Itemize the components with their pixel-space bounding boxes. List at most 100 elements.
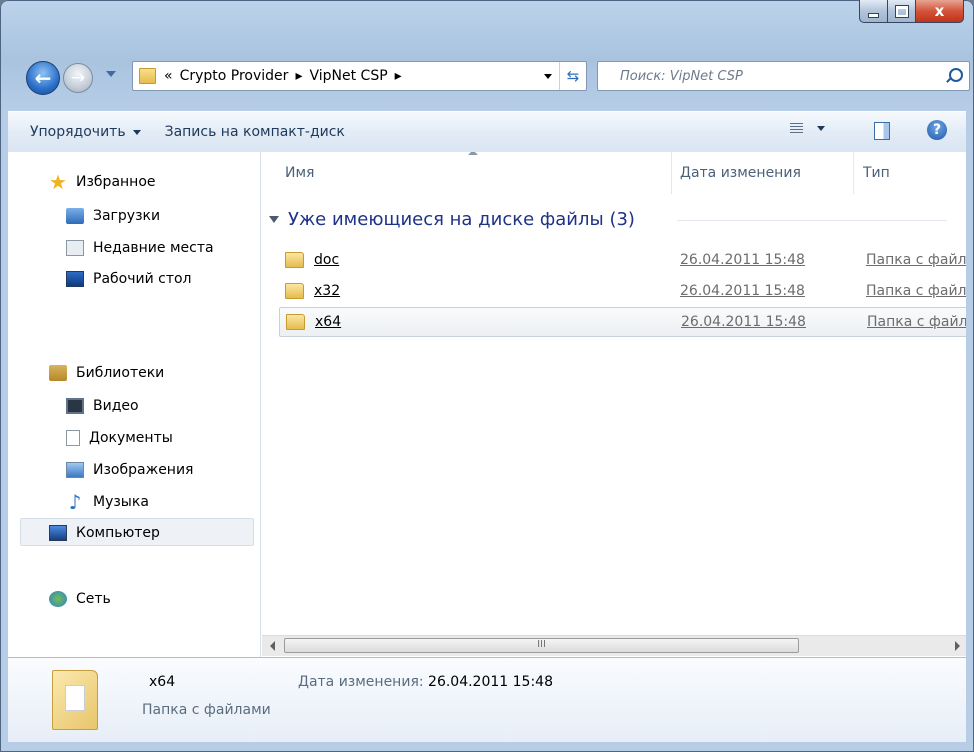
breadcrumb-crypto-provider[interactable]: Crypto Provider xyxy=(180,68,289,84)
recent-places-icon xyxy=(66,240,84,256)
recent-pages-dropdown[interactable] xyxy=(106,71,116,77)
change-view-button[interactable] xyxy=(790,123,825,134)
column-date[interactable]: Дата изменения xyxy=(680,165,801,181)
forward-button[interactable]: → xyxy=(63,63,93,93)
chevron-down-icon xyxy=(817,126,825,131)
table-row[interactable]: doc 26.04.2011 15:48 Папка с файл xyxy=(279,245,966,275)
help-icon: ? xyxy=(932,122,942,138)
sort-ascending-icon xyxy=(468,152,478,155)
arrow-right-icon: → xyxy=(70,68,86,88)
file-type[interactable]: Папка с файл xyxy=(866,252,966,268)
file-name[interactable]: x64 xyxy=(315,314,341,330)
collapse-triangle-icon xyxy=(269,216,279,223)
nav-label: Библиотеки xyxy=(76,365,165,381)
modified-value: 26.04.2011 15:48 xyxy=(428,674,553,690)
nav-images[interactable]: Изображения xyxy=(66,458,193,482)
refresh-icon: ⇆ xyxy=(566,67,580,85)
command-bar: Упорядочить Запись на компакт-диск ? xyxy=(8,111,966,153)
file-date[interactable]: 26.04.2011 15:48 xyxy=(681,314,806,330)
column-name[interactable]: Имя xyxy=(285,165,314,181)
search-icon[interactable] xyxy=(949,68,963,82)
maximize-button[interactable] xyxy=(888,0,916,23)
search-input[interactable] xyxy=(618,67,942,85)
back-button[interactable]: ← xyxy=(26,61,60,95)
file-type[interactable]: Папка с файл xyxy=(867,314,966,330)
nav-desktop[interactable]: Рабочий стол xyxy=(66,267,192,291)
group-header[interactable]: Уже имеющиеся на диске файлы (3) xyxy=(269,209,947,230)
explorer-window: x ← → « Crypto Provider ▸ VipNet CSP ▸ ⇆ Упо… xyxy=(0,0,974,752)
nav-network[interactable]: Сеть xyxy=(49,587,111,611)
close-button[interactable]: x xyxy=(916,0,964,23)
organize-button[interactable]: Упорядочить xyxy=(30,124,153,140)
caption-buttons: x xyxy=(859,0,964,26)
folder-icon xyxy=(139,68,156,84)
details-view-icon xyxy=(790,123,803,134)
breadcrumb: « Crypto Provider ▸ VipNet CSP ▸ xyxy=(164,68,409,84)
file-type[interactable]: Папка с файл xyxy=(866,283,966,299)
network-icon xyxy=(49,591,67,607)
nav-label: Изображения xyxy=(93,462,194,478)
scroll-right-icon[interactable] xyxy=(955,641,960,651)
nav-label: Загрузки xyxy=(93,208,161,224)
address-dropdown-arrow[interactable] xyxy=(544,74,552,79)
nav-video[interactable]: Видео xyxy=(66,394,139,418)
chevron-down-icon xyxy=(132,129,141,135)
nav-libraries[interactable]: Библиотеки xyxy=(49,361,164,385)
folder-icon xyxy=(52,670,98,730)
address-bar[interactable]: « Crypto Provider ▸ VipNet CSP ▸ ⇆ xyxy=(132,61,587,91)
nav-label: Документы xyxy=(89,430,173,446)
breadcrumb-vipnet-csp[interactable]: VipNet CSP xyxy=(309,68,387,84)
group-divider xyxy=(677,220,947,221)
table-row[interactable]: x32 26.04.2011 15:48 Папка с файл xyxy=(279,276,966,306)
nav-documents[interactable]: Документы xyxy=(66,426,173,450)
nav-music[interactable]: ♪ Музыка xyxy=(66,490,149,514)
downloads-folder-icon xyxy=(66,208,84,224)
nav-label: Видео xyxy=(93,398,139,414)
column-type[interactable]: Тип xyxy=(863,165,890,181)
folder-icon xyxy=(285,283,304,299)
preview-pane-button[interactable] xyxy=(874,122,890,140)
file-list: Имя Дата изменения Тип Уже имеющиеся на … xyxy=(261,152,966,657)
burn-button[interactable]: Запись на компакт-диск xyxy=(153,124,357,140)
nav-computer[interactable]: Компьютер xyxy=(49,521,160,545)
file-name[interactable]: doc xyxy=(314,252,339,268)
nav-label: Недавние места xyxy=(93,240,214,256)
scroll-left-icon[interactable] xyxy=(270,641,275,651)
column-divider[interactable] xyxy=(671,152,672,194)
file-date[interactable]: 26.04.2011 15:48 xyxy=(680,283,805,299)
close-icon: x xyxy=(934,2,945,20)
folder-icon xyxy=(285,252,304,268)
column-divider[interactable] xyxy=(853,152,854,194)
minimize-icon xyxy=(868,12,879,18)
selected-item-kind: Папка с файлами xyxy=(142,702,271,718)
nav-favorites[interactable]: ★ Избранное xyxy=(49,170,155,194)
video-icon xyxy=(66,398,84,414)
arrow-left-icon: ← xyxy=(34,66,52,90)
file-date[interactable]: 26.04.2011 15:48 xyxy=(680,252,805,268)
horizontal-scrollbar[interactable]: III xyxy=(262,635,966,656)
desktop-icon xyxy=(66,271,84,287)
minimize-button[interactable] xyxy=(859,0,888,23)
grip-icon: III xyxy=(537,639,546,650)
refresh-button[interactable]: ⇆ xyxy=(559,62,586,90)
documents-icon xyxy=(66,430,80,446)
details-pane: x64 Папка с файлами Дата изменения: 26.0… xyxy=(8,657,966,742)
star-icon: ★ xyxy=(49,170,67,194)
column-headers: Имя Дата изменения Тип xyxy=(261,152,966,194)
help-button[interactable]: ? xyxy=(927,120,947,140)
breadcrumb-separator[interactable]: ▸ xyxy=(395,68,402,84)
modified-label: Дата изменения: xyxy=(298,674,424,690)
computer-icon xyxy=(49,525,67,541)
breadcrumb-overflow[interactable]: « xyxy=(164,68,173,84)
table-row-selected[interactable]: x64 26.04.2011 15:48 Папка с файл xyxy=(279,307,966,337)
nav-downloads[interactable]: Загрузки xyxy=(66,204,160,228)
file-name[interactable]: x32 xyxy=(314,283,340,299)
breadcrumb-separator[interactable]: ▸ xyxy=(295,68,302,84)
scrollbar-thumb[interactable]: III xyxy=(284,638,799,653)
nav-recent-places[interactable]: Недавние места xyxy=(66,236,214,260)
search-box[interactable] xyxy=(597,61,970,91)
group-label: Уже имеющиеся на диске файлы (3) xyxy=(288,209,635,230)
organize-label: Упорядочить xyxy=(30,124,126,140)
folder-icon xyxy=(286,314,305,330)
maximize-icon xyxy=(894,4,909,18)
